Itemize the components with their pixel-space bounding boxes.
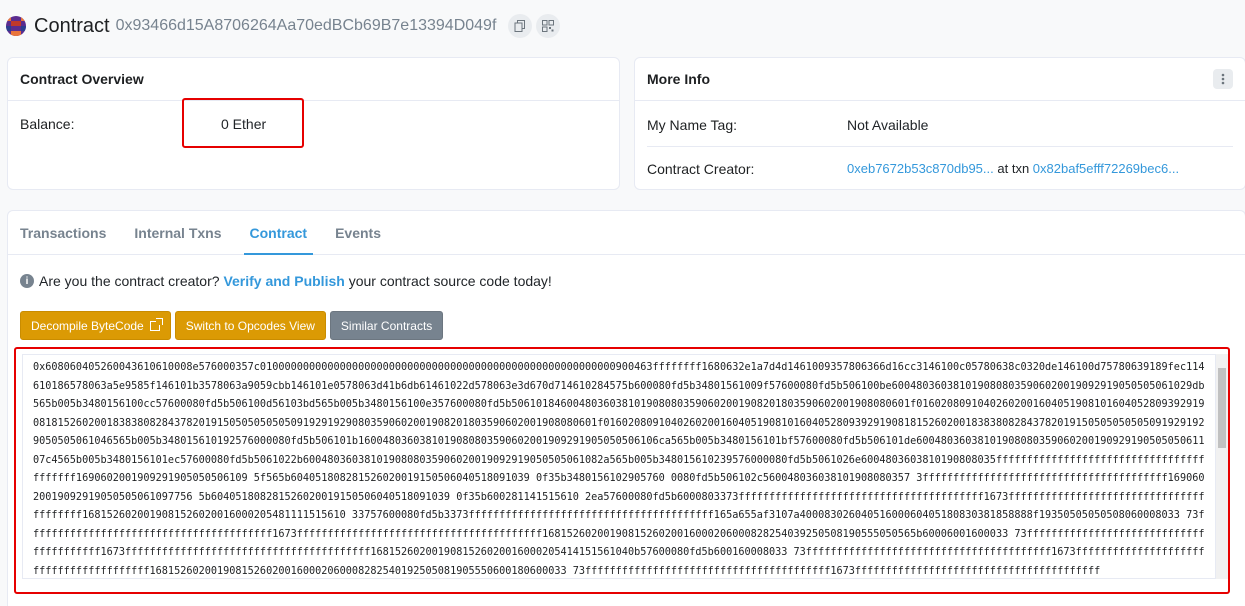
bytecode-highlight-annotation <box>14 347 1230 594</box>
at-txn-text: at txn <box>997 161 1030 176</box>
balance-label: Balance: <box>20 116 75 132</box>
contract-creator-label: Contract Creator: <box>647 161 755 177</box>
external-link-icon <box>149 317 163 331</box>
creator-address-link[interactable]: 0xeb7672b53c870db95... <box>847 161 994 176</box>
verify-and-publish-link[interactable]: Verify and Publish <box>223 273 344 289</box>
contract-identicon <box>6 16 26 36</box>
qr-code-button[interactable] <box>536 14 561 38</box>
vertical-dots-icon <box>1221 73 1225 85</box>
tab-internal-txns[interactable]: Internal Txns <box>134 211 221 254</box>
page-header: Contract 0x93466d15A8706264Aa70edBCb69B7… <box>6 10 561 42</box>
contract-address: 0x93466d15A8706264Aa70edBCb69B7e13394D04… <box>115 17 497 34</box>
similar-contracts-button[interactable]: Similar Contracts <box>329 311 444 340</box>
tab-contract[interactable]: Contract <box>243 211 313 255</box>
tab-transactions[interactable]: Transactions <box>20 211 106 254</box>
more-info-heading: More Info <box>647 71 710 87</box>
copy-address-button[interactable] <box>508 14 533 38</box>
bytecode-actions: Decompile ByteCode Switch to Opcodes Vie… <box>20 311 447 340</box>
page-title: Contract <box>34 14 110 37</box>
more-info-card: More Info My Name Tag: Not Available Con… <box>634 57 1245 190</box>
more-options-button[interactable] <box>1213 69 1233 89</box>
decompile-bytecode-button[interactable]: Decompile ByteCode <box>20 311 171 340</box>
copy-icon <box>514 20 526 32</box>
info-icon: i <box>20 274 34 288</box>
contract-overview-heading: Contract Overview <box>8 58 619 101</box>
name-tag-label: My Name Tag: <box>647 117 737 133</box>
tab-events[interactable]: Events <box>335 211 381 254</box>
contract-overview-card: Contract Overview Balance: 0 Ether <box>7 57 620 190</box>
tab-bar: Transactions Internal Txns Contract Even… <box>8 211 1245 255</box>
creator-txn-link[interactable]: 0x82baf5efff72269bec6... <box>1033 161 1179 176</box>
verify-notice: i Are you the contract creator? Verify a… <box>20 273 552 289</box>
balance-highlight-annotation <box>182 98 304 148</box>
switch-to-opcodes-button[interactable]: Switch to Opcodes View <box>174 311 326 340</box>
qr-code-icon <box>542 20 555 32</box>
name-tag-value: Not Available <box>847 117 929 133</box>
